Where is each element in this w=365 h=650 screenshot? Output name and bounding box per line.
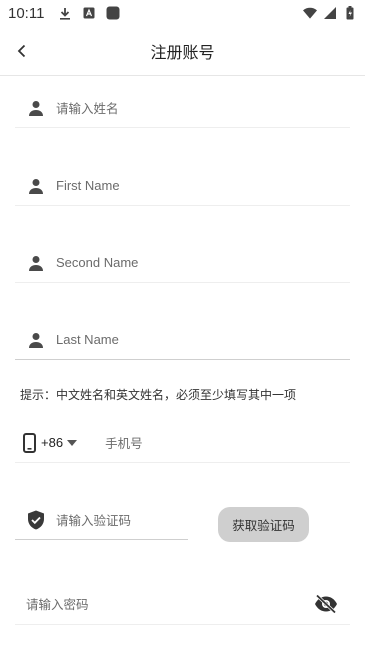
last-name-input[interactable]: Last Name (56, 332, 119, 347)
chevron-left-icon[interactable] (12, 41, 32, 61)
a-icon (82, 6, 96, 20)
second-name-input[interactable]: Second Name (56, 255, 138, 270)
second-name-field[interactable]: Second Name (15, 243, 350, 283)
get-code-button[interactable]: 获取验证码 (218, 507, 309, 542)
verification-code-field[interactable]: 请输入验证码 (15, 500, 188, 540)
first-name-field[interactable]: First Name (15, 166, 350, 206)
wifi-icon (303, 6, 317, 20)
first-name-input[interactable]: First Name (56, 178, 120, 193)
signal-icon (323, 6, 337, 20)
eye-off-icon[interactable] (314, 592, 338, 616)
download-icon (58, 6, 72, 20)
shield-check-icon (25, 509, 47, 531)
caret-down-icon[interactable] (67, 438, 78, 448)
person-icon (25, 175, 47, 197)
app-square-icon (106, 6, 120, 20)
name-hint-text: 提示：中文姓名和英文姓名，必须至少填写其中一项 (20, 388, 297, 402)
battery-icon (343, 6, 357, 20)
chinese-name-field[interactable]: 请输入姓名 (15, 88, 350, 128)
person-icon (25, 252, 47, 274)
status-bar: 10:11 (0, 0, 365, 26)
phone-field[interactable]: +86 手机号 (15, 423, 350, 463)
last-name-field[interactable]: Last Name (15, 320, 350, 360)
phone-icon (23, 432, 39, 454)
password-input[interactable]: 请输入密码 (26, 594, 89, 613)
password-field[interactable]: 请输入密码 (15, 582, 350, 625)
person-icon (25, 329, 47, 351)
verification-code-input[interactable]: 请输入验证码 (56, 510, 131, 529)
country-code[interactable]: +86 (41, 435, 63, 450)
phone-input[interactable]: 手机号 (105, 433, 143, 452)
person-icon (25, 97, 47, 119)
status-time: 10:11 (8, 4, 45, 22)
page-title: 注册账号 (150, 42, 215, 62)
chinese-name-input[interactable]: 请输入姓名 (56, 98, 119, 117)
app-bar: 注册账号 (0, 26, 365, 76)
